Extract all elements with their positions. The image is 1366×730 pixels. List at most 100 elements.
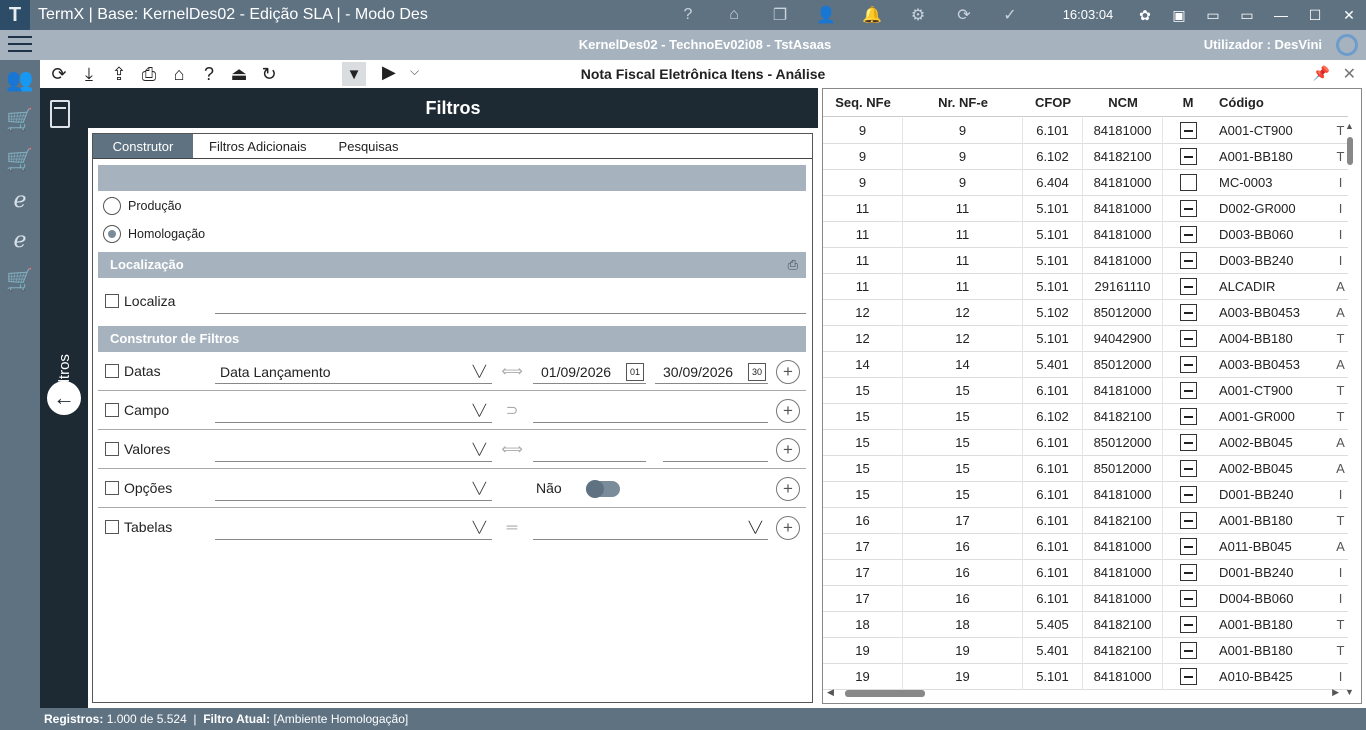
add-filter-button[interactable]: + — [776, 516, 800, 540]
calendar-icon[interactable]: 30 — [748, 363, 766, 381]
settings-icon[interactable]: ⚙ — [895, 5, 941, 25]
monitor-icon[interactable]: ▭ — [1230, 7, 1264, 24]
opcoes-combo[interactable]: ╲╱ — [215, 477, 492, 501]
m-checkbox[interactable] — [1179, 512, 1197, 530]
table-row[interactable]: 15 15 6.101 85012000 A002-BB045 A — [823, 455, 1348, 482]
table-row[interactable]: 11 11 5.101 29161110 ALCADIR A — [823, 273, 1348, 300]
bell-icon[interactable]: 🔔 — [849, 5, 895, 25]
table-row[interactable]: 17 16 6.101 84181000 D001-BB240 I — [823, 559, 1348, 586]
device-icon[interactable] — [50, 100, 70, 128]
close-button[interactable]: ✕ — [1332, 7, 1366, 24]
m-checkbox[interactable] — [1179, 486, 1197, 504]
table-row[interactable]: 19 19 5.401 84182100 A001-BB180 T — [823, 637, 1348, 664]
tabelas-value-select[interactable]: ╲╱ — [533, 516, 768, 540]
table-row[interactable]: 15 15 6.101 84181000 D001-BB240 I — [823, 481, 1348, 508]
export-icon[interactable]: ⇪ — [104, 62, 134, 86]
help-icon[interactable]: ? — [194, 62, 224, 86]
table-row[interactable]: 17 16 6.101 84181000 A011-BB045 A — [823, 533, 1348, 560]
table-row[interactable]: 12 12 5.102 85012000 A003-BB0453 A — [823, 299, 1348, 326]
valor-to-input[interactable] — [663, 438, 768, 462]
tabelas-checkbox[interactable] — [105, 520, 119, 534]
m-checkbox[interactable] — [1179, 278, 1197, 296]
print-icon[interactable]: ⎙ — [134, 62, 164, 86]
tab-pesquisas[interactable]: Pesquisas — [323, 134, 415, 158]
column-header[interactable]: Seq. NFe — [823, 89, 903, 116]
m-checkbox[interactable] — [1179, 148, 1197, 166]
bank-icon[interactable]: ⏏ — [224, 62, 254, 86]
column-header[interactable]: Código — [1213, 89, 1333, 116]
m-checkbox[interactable] — [1179, 564, 1197, 582]
screen-icon[interactable]: ▭ — [1196, 7, 1230, 24]
tab-construtor[interactable]: Construtor — [93, 134, 193, 158]
refresh-icon[interactable]: ⟳ — [44, 62, 74, 86]
table-row[interactable]: 18 18 5.405 84182100 A001-BB180 T — [823, 611, 1348, 638]
date-to-input[interactable]: 30/09/2026 30 — [655, 360, 768, 384]
m-checkbox[interactable] — [1179, 356, 1197, 374]
add-filter-button[interactable]: + — [776, 477, 800, 501]
vertical-scrollbar[interactable]: ▲ ▼ — [1345, 117, 1357, 697]
m-checkbox[interactable] — [1179, 330, 1197, 348]
maximize-button[interactable]: ☐ — [1298, 7, 1332, 24]
table-row[interactable]: 17 16 6.101 84181000 D004-BB060 I — [823, 585, 1348, 612]
table-row[interactable]: 11 11 5.101 84181000 D003-BB060 I — [823, 221, 1348, 248]
user-icon[interactable]: 👤 — [803, 5, 849, 25]
campo-combo[interactable]: ╲╱ — [215, 399, 492, 423]
tab-filtros-adicionais[interactable]: Filtros Adicionais — [193, 134, 323, 158]
help-icon[interactable]: ? — [665, 6, 711, 24]
bank-icon[interactable]: ⌂ — [711, 6, 757, 24]
scroll-down-icon[interactable]: ▼ — [1345, 687, 1354, 697]
radio-button-checked[interactable] — [103, 225, 121, 243]
table-row[interactable]: 15 15 6.101 85012000 A002-BB045 A — [823, 429, 1348, 456]
print-icon[interactable]: ⎙ — [788, 252, 798, 278]
column-header[interactable]: CFOP — [1023, 89, 1083, 116]
table-row[interactable]: 14 14 5.401 85012000 A003-BB0453 A — [823, 351, 1348, 378]
table-row[interactable]: 11 11 5.101 84181000 D002-GR000 I — [823, 195, 1348, 222]
chevron-down-icon[interactable]: ⌵ — [410, 64, 419, 79]
scroll-thumb[interactable] — [1347, 137, 1353, 165]
m-checkbox[interactable] — [1179, 226, 1197, 244]
back-button[interactable]: ← — [47, 381, 81, 415]
table-row[interactable]: 15 15 6.102 84182100 A001-GR000 T — [823, 403, 1348, 430]
radio-producao[interactable]: Produção — [103, 197, 182, 215]
map-e2-icon[interactable]: ℯ — [0, 220, 40, 260]
scroll-thumb[interactable] — [845, 690, 925, 697]
map-e-icon[interactable]: ℯ — [0, 180, 40, 220]
table-row[interactable]: 9 9 6.404 84181000 MC-0003 I — [823, 169, 1348, 196]
minimize-button[interactable]: — — [1264, 7, 1298, 23]
table-row[interactable]: 9 9 6.102 84182100 A001-BB180 T — [823, 143, 1348, 170]
scroll-right-icon[interactable]: ▶ — [1332, 687, 1339, 698]
add-filter-button[interactable]: + — [776, 360, 800, 384]
chat-icon[interactable]: ⟳ — [941, 5, 987, 25]
camera-icon[interactable]: ▣ — [1162, 7, 1196, 24]
download-icon[interactable]: ⤓ — [74, 62, 104, 86]
column-header[interactable]: NCM — [1083, 89, 1163, 116]
m-checkbox[interactable] — [1179, 590, 1197, 608]
check-icon[interactable]: ✓ — [987, 5, 1033, 25]
localiza-input[interactable] — [215, 290, 806, 314]
play-icon[interactable]: ▶ — [382, 62, 396, 83]
datas-checkbox[interactable] — [105, 364, 119, 378]
m-checkbox[interactable] — [1179, 382, 1197, 400]
add-filter-button[interactable]: + — [776, 438, 800, 462]
table-row[interactable]: 11 11 5.101 84181000 D003-BB240 I — [823, 247, 1348, 274]
valores-combo[interactable]: ╲╱ — [215, 438, 492, 462]
m-checkbox[interactable] — [1179, 434, 1197, 452]
table-row[interactable]: 9 9 6.101 84181000 A001-CT900 T — [823, 117, 1348, 144]
close-icon[interactable]: ✕ — [1343, 64, 1356, 84]
campo-value-input[interactable] — [533, 399, 768, 423]
table-row[interactable]: 16 17 6.101 84182100 A001-BB180 T — [823, 507, 1348, 534]
opcoes-checkbox[interactable] — [105, 481, 119, 495]
palette-icon[interactable]: ✿ — [1128, 7, 1162, 24]
table-row[interactable]: 15 15 6.101 84181000 A001-CT900 T — [823, 377, 1348, 404]
m-checkbox[interactable] — [1179, 616, 1197, 634]
valores-checkbox[interactable] — [105, 442, 119, 456]
m-checkbox[interactable] — [1179, 174, 1197, 192]
windows-icon[interactable]: ❐ — [757, 5, 803, 25]
users-icon[interactable]: 👥 — [0, 60, 40, 100]
gear-icon[interactable] — [1336, 34, 1358, 56]
column-header[interactable]: Nr. NF-e — [903, 89, 1023, 116]
column-header[interactable]: M — [1163, 89, 1213, 116]
building-icon[interactable]: ⌂ — [164, 62, 194, 86]
datas-combo[interactable]: Data Lançamento ╲╱ — [215, 360, 492, 384]
calendar-icon[interactable]: 01 — [626, 363, 644, 381]
